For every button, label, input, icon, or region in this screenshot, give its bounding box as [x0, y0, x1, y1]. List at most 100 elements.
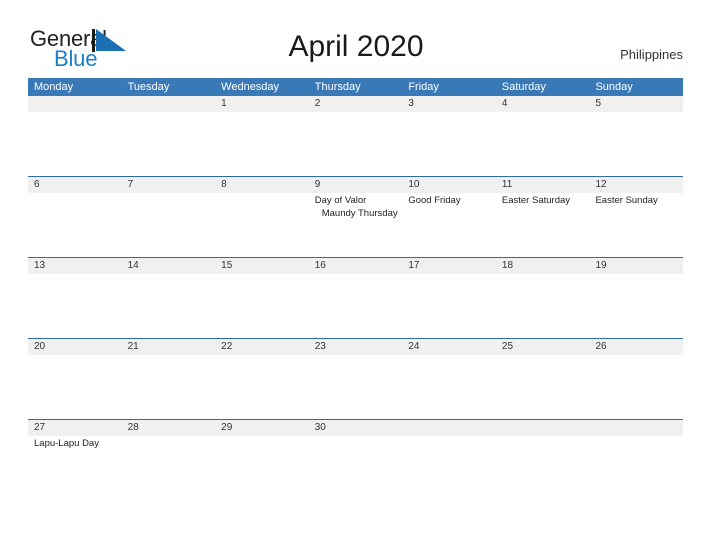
day-cell[interactable]: 2 [309, 96, 403, 176]
day-number: 24 [408, 341, 420, 352]
weekday-header-sunday: Sunday [595, 81, 633, 93]
day-cell[interactable]: 21 [122, 339, 216, 419]
day-number: 21 [127, 341, 139, 352]
day-cell[interactable]: 1 [215, 96, 309, 176]
day-number: 14 [127, 260, 139, 271]
day-cell[interactable]: 17 [402, 258, 496, 338]
day-cell[interactable]: 25 [496, 339, 590, 419]
day-cell[interactable]: 9 Day of Valor Maundy Thursday [309, 177, 403, 257]
day-events: Lapu-Lapu Day [34, 437, 122, 450]
day-cell[interactable]: 11 Easter Saturday [496, 177, 590, 257]
day-cell[interactable]: 19 [589, 258, 683, 338]
day-cell-empty [402, 420, 496, 500]
day-cell[interactable]: 4 [496, 96, 590, 176]
day-events: Easter Saturday [502, 194, 590, 207]
day-number: 3 [408, 98, 414, 109]
holiday-event: Good Friday [408, 195, 461, 206]
country-label: Philippines [620, 47, 683, 62]
weekday-header-wednesday: Wednesday [221, 81, 280, 93]
day-cell[interactable]: 20 [28, 339, 122, 419]
weeks-container: 1 2 3 4 5 6 7 8 9 Day of Valor Maundy Thursday 10 Go… [28, 96, 683, 500]
page-title: April 2020 [288, 30, 424, 63]
weekday-header-tuesday: Tuesday [127, 81, 170, 93]
day-number: 11 [501, 179, 513, 190]
holiday-event: Easter Sunday [595, 195, 658, 206]
day-number: 18 [501, 260, 514, 271]
week-row-cells: 1 2 3 4 5 [28, 96, 683, 176]
day-cell-empty [496, 420, 590, 500]
day-number: 20 [34, 341, 46, 352]
day-cell[interactable]: 3 [402, 96, 496, 176]
weekday-header-friday: Friday [408, 81, 439, 93]
day-cell[interactable]: 12 Easter Sunday [589, 177, 683, 257]
day-cell[interactable]: 5 [589, 96, 683, 176]
day-cell[interactable]: 29 [215, 420, 309, 500]
day-cell[interactable]: 18 [496, 258, 590, 338]
day-number: 26 [595, 341, 607, 352]
day-number: 23 [314, 341, 326, 352]
week-row-cells: 20 21 22 23 24 25 26 [28, 339, 683, 419]
week-row: 27 Lapu-Lapu Day 28 29 30 [28, 419, 683, 500]
day-number: 4 [501, 98, 508, 109]
day-number [34, 96, 122, 112]
weekday-header-thursday: Thursday [314, 81, 361, 93]
day-cell[interactable]: 16 [309, 258, 403, 338]
day-number: 15 [221, 260, 233, 271]
day-number: 30 [314, 422, 326, 433]
week-row: 13 14 15 16 17 18 19 [28, 257, 683, 338]
day-cell[interactable]: 10 Good Friday [402, 177, 496, 257]
day-cell-empty [589, 420, 683, 500]
day-number [502, 420, 590, 436]
holiday-event: Day of Valor [314, 195, 367, 206]
day-events: Easter Sunday [595, 194, 683, 207]
day-number [408, 420, 496, 436]
day-number: 7 [127, 179, 134, 190]
day-cell[interactable]: 6 [28, 177, 122, 257]
day-number: 9 [314, 179, 321, 190]
day-number: 29 [221, 422, 233, 433]
day-number: 17 [408, 260, 420, 271]
day-cell[interactable]: 14 [122, 258, 216, 338]
week-row-cells: 6 7 8 9 Day of Valor Maundy Thursday 10 Good Fr… [28, 177, 683, 257]
day-number: 1 [221, 98, 227, 109]
day-cell[interactable]: 23 [309, 339, 403, 419]
week-row: 6 7 8 9 Day of Valor Maundy Thursday 10 Good Fr… [28, 176, 683, 257]
day-number: 13 [34, 260, 46, 271]
weekday-header-monday: Monday [34, 81, 74, 93]
day-number [595, 420, 683, 436]
page-header: General Blue April 2020 Philippines [0, 0, 712, 78]
week-row-cells: 13 14 15 16 17 18 19 [28, 258, 683, 338]
weekday-header-row: Monday Tuesday Wednesday Thursday Friday Satu… [28, 78, 683, 96]
day-events: Good Friday [408, 194, 496, 207]
week-row: 1 2 3 4 5 [28, 96, 683, 176]
holiday-event: Lapu-Lapu Day [34, 438, 99, 449]
week-row: 20 21 22 23 24 25 26 [28, 338, 683, 419]
day-number: 2 [314, 98, 321, 109]
day-number: 5 [595, 98, 602, 109]
day-cell[interactable]: 13 [28, 258, 122, 338]
day-cell[interactable]: 27 Lapu-Lapu Day [28, 420, 122, 500]
day-number: 25 [501, 341, 514, 352]
day-number: 10 [408, 179, 420, 190]
day-cell[interactable]: 28 [122, 420, 216, 500]
holiday-event: Easter Saturday [501, 195, 571, 206]
day-number: 22 [221, 341, 233, 352]
day-cell[interactable]: 24 [402, 339, 496, 419]
day-cell[interactable]: 7 [122, 177, 216, 257]
week-row-cells: 27 Lapu-Lapu Day 28 29 30 [28, 420, 683, 500]
day-events: Day of Valor Maundy Thursday [315, 194, 403, 220]
day-number [128, 96, 216, 112]
day-number: 19 [595, 260, 607, 271]
weekday-header-saturday: Saturday [501, 81, 546, 93]
day-cell[interactable]: 15 [215, 258, 309, 338]
day-cell[interactable]: 30 [309, 420, 403, 500]
day-number: 6 [34, 179, 40, 190]
day-number: 12 [595, 179, 607, 190]
day-cell[interactable]: 26 [589, 339, 683, 419]
day-number: 8 [221, 179, 227, 190]
day-cell-empty [28, 96, 122, 176]
calendar-grid: Monday Tuesday Wednesday Thursday Friday Satu… [28, 78, 683, 500]
day-cell[interactable]: 8 [215, 177, 309, 257]
day-number: 16 [314, 260, 326, 271]
day-cell[interactable]: 22 [215, 339, 309, 419]
